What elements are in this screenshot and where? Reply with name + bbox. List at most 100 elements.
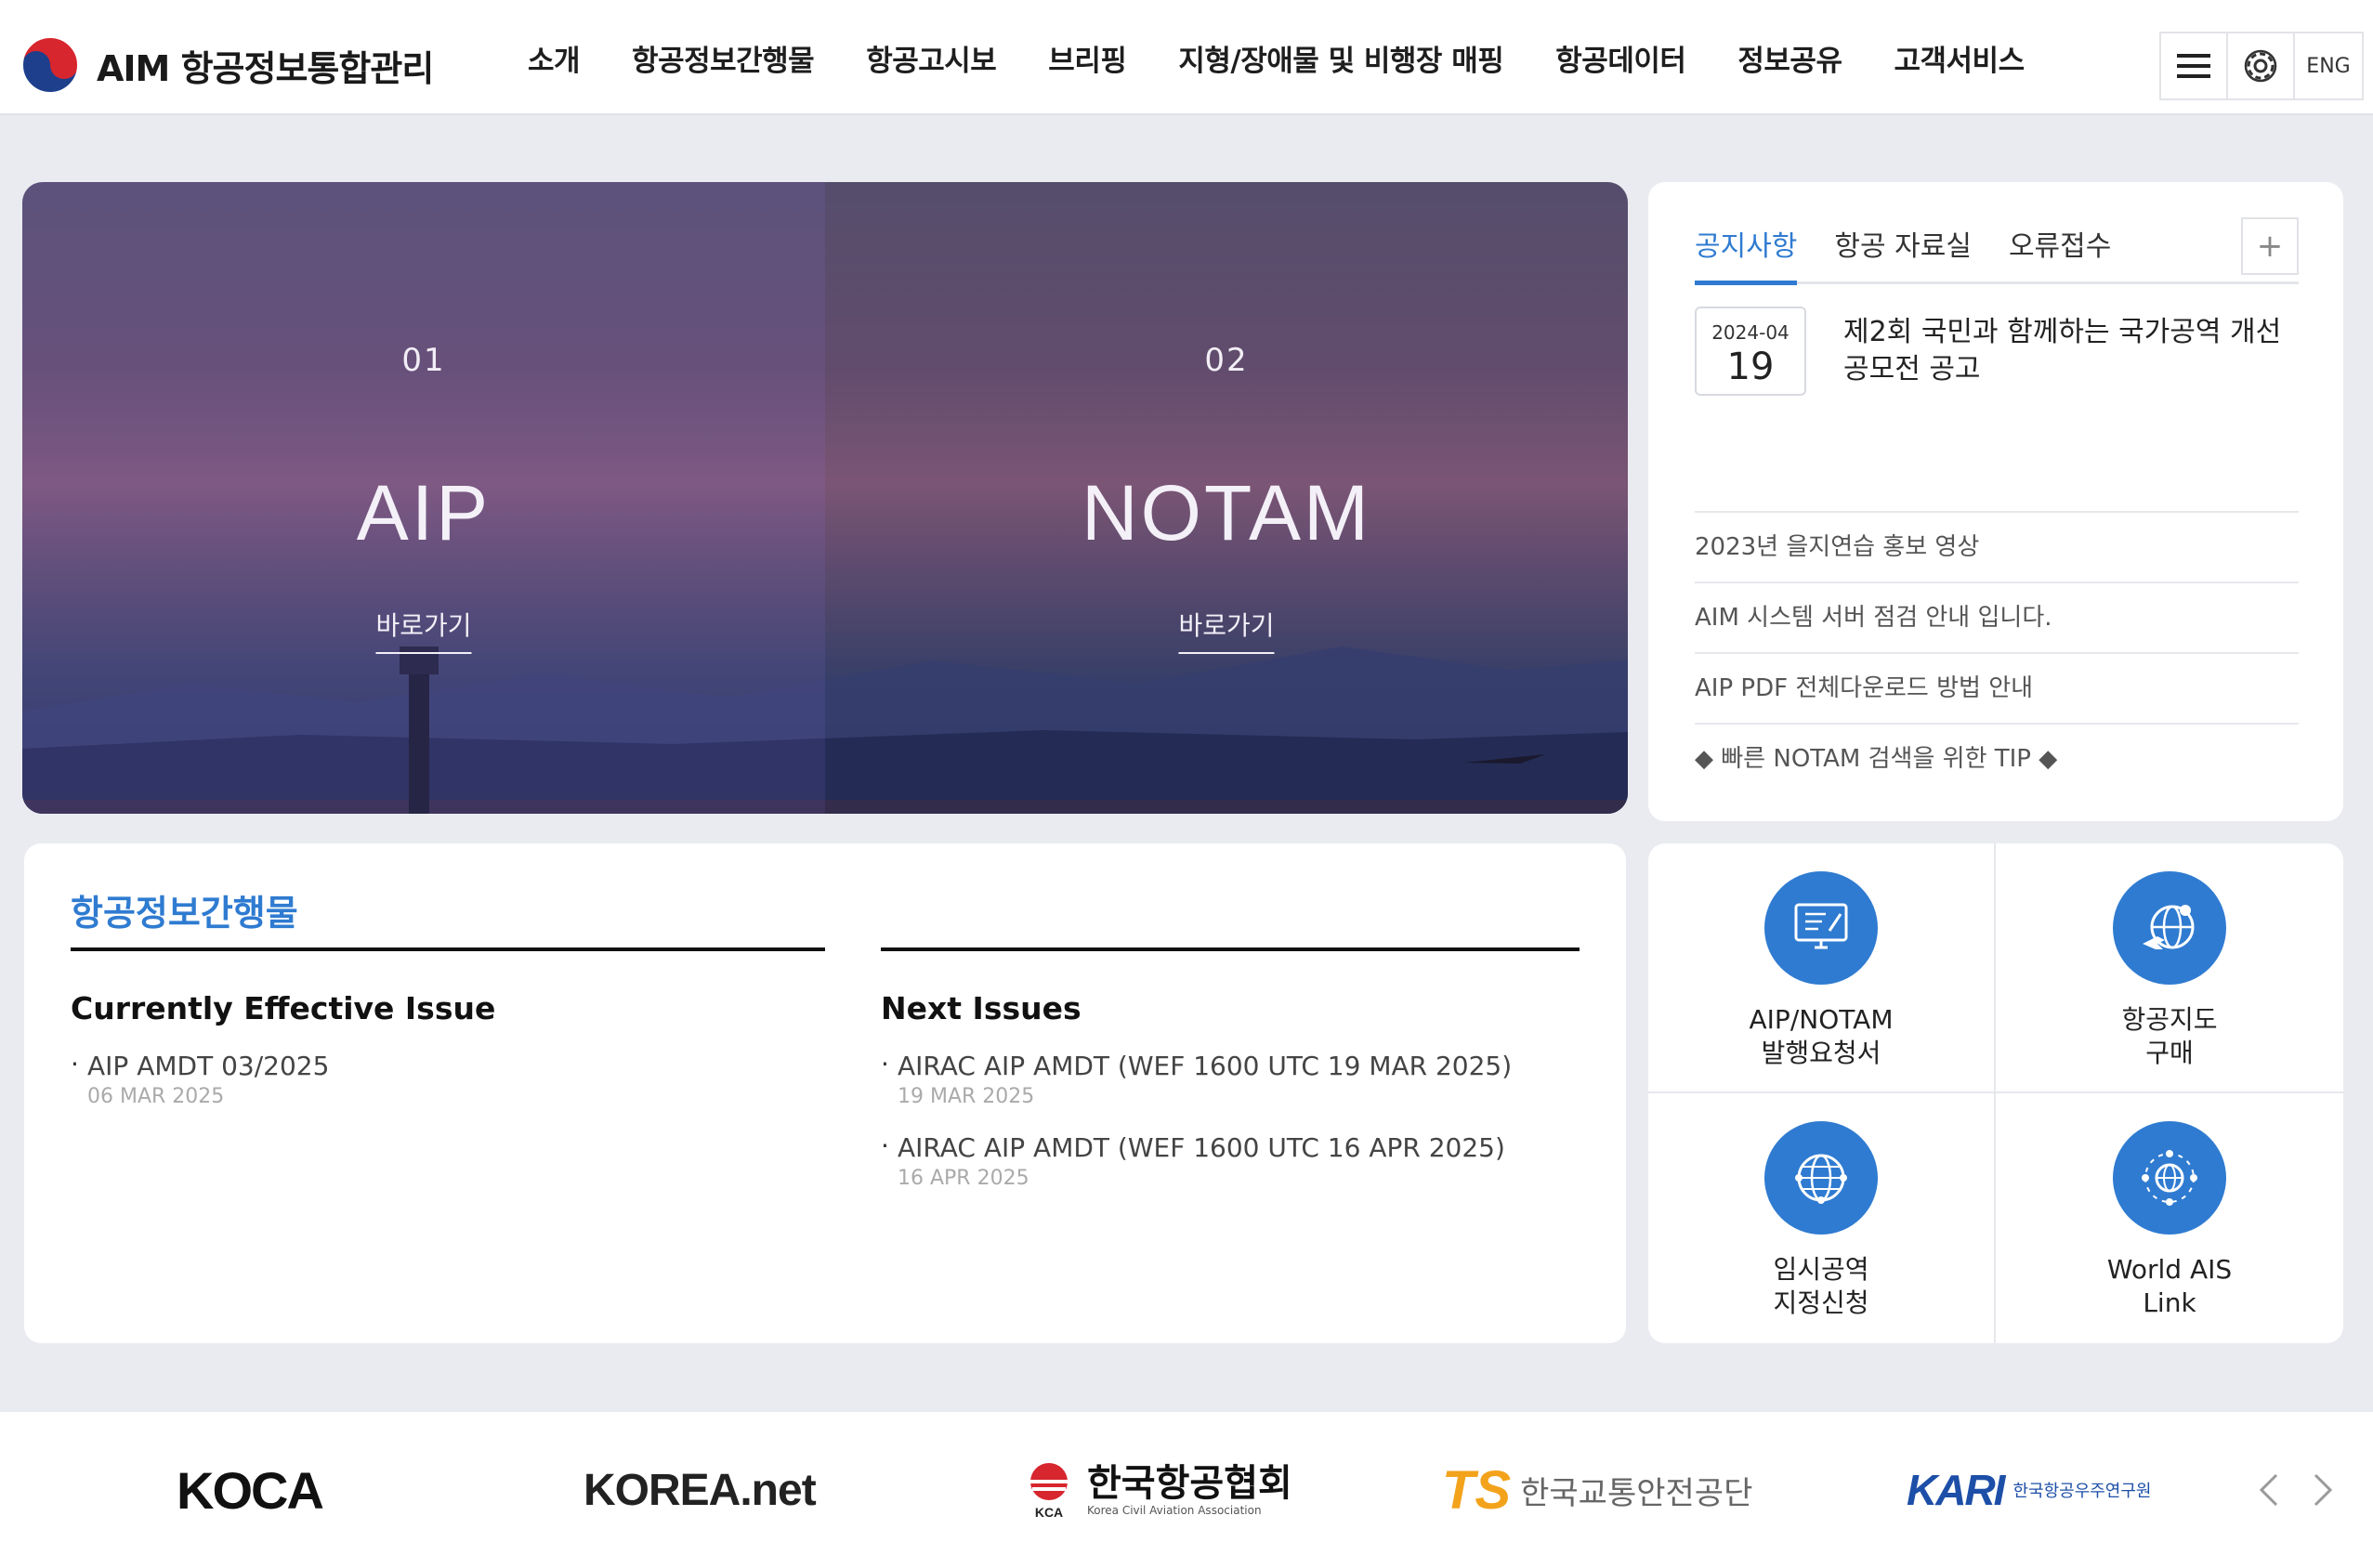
header: AIM 항공정보통합관리 소개 항공정보간행물 항공고시보 브리핑 지형/장애물… <box>0 0 2373 115</box>
quick-links-panel: AIP/NOTAM 발행요청서 항공지도 구매 임시공역 지정신청 World AIS… <box>1648 843 2343 1343</box>
quick-link-world-ais[interactable]: World AIS Link <box>1996 1093 2343 1343</box>
pub-date: 19 MAR 2025 <box>898 1085 1035 1108</box>
kca-text: 한국항공협회 Korea Civil Aviation Association <box>1087 1463 1292 1517</box>
partner-kari[interactable]: KARI 한국항공우주연구원 <box>1907 1453 2152 1527</box>
label-line-1: 임시공역 <box>1773 1254 1869 1285</box>
label-line-1: World AIS <box>2106 1254 2233 1285</box>
pub-date: 06 MAR 2025 <box>87 1085 225 1108</box>
aip-panel: 01 AIP 바로가기 <box>22 182 825 814</box>
label-line-2: 지정신청 <box>1773 1287 1869 1318</box>
menu-button[interactable] <box>2161 33 2228 98</box>
featured-date-year-month: 2024-04 <box>1711 321 1790 344</box>
svg-text:KCA: KCA <box>1035 1505 1063 1519</box>
quick-link-chart-purchase[interactable]: 항공지도 구매 <box>1996 843 2343 1093</box>
quick-link-temp-airspace[interactable]: 임시공역 지정신청 <box>1648 1093 1996 1343</box>
list-item[interactable]: AIP PDF 전체다운로드 방법 안내 <box>1695 652 2299 723</box>
list-item[interactable]: AIM 시스템 서버 점검 안내 입니다. <box>1695 581 2299 652</box>
korea-net-logo: KOREA.net <box>583 1465 817 1515</box>
document-monitor-icon <box>1764 871 1878 985</box>
list-item[interactable]: AIRAC AIP AMDT (WEF 1600 UTC 16 APR 2025… <box>881 1130 1580 1190</box>
taegeuk-logo-icon <box>21 36 79 94</box>
ts-logo-name: 한국교통안전공단 <box>1520 1474 1753 1512</box>
current-issue-heading: Currently Effective Issue <box>71 990 496 1026</box>
partner-kca[interactable]: KCA 한국항공협회 Korea Civil Aviation Associat… <box>1022 1453 1292 1527</box>
chevron-right-icon <box>2314 1473 2333 1507</box>
aip-shortcut-link[interactable]: 바로가기 <box>375 606 472 654</box>
language-button[interactable]: ENG <box>2295 33 2362 98</box>
more-plus-icon[interactable]: + <box>2241 217 2299 275</box>
site-logo[interactable]: AIM 항공정보통합관리 <box>20 35 434 95</box>
hamburger-menu-icon <box>2177 54 2210 78</box>
notice-panel: 공지사항 항공 자료실 오류접수 + 2024-04 19 제2회 국민과 함께… <box>1648 182 2343 821</box>
kari-logo-mark: KARI <box>1907 1466 2005 1514</box>
aip-panel-number: 01 <box>401 342 446 379</box>
logo-text: AIM 항공정보통합관리 <box>97 47 434 89</box>
partner-korea-net[interactable]: KOREA.net <box>583 1453 817 1527</box>
main-nav: 소개 항공정보간행물 항공고시보 브리핑 지형/장애물 및 비행장 매핑 항공데… <box>502 0 2051 115</box>
quick-link-aip-notam-request[interactable]: AIP/NOTAM 발행요청서 <box>1648 843 1996 1093</box>
partner-banner: KOCA KOREA.net KCA 한국항공협회 Korea Civil Av… <box>0 1412 2373 1568</box>
notam-shortcut-link[interactable]: 바로가기 <box>1178 606 1275 654</box>
nav-item-terrain-mapping[interactable]: 지형/장애물 및 비행장 매핑 <box>1178 37 1503 79</box>
ts-logo-mark: TS <box>1442 1459 1512 1521</box>
globe-network-icon <box>1764 1121 1878 1235</box>
tab-error-report[interactable]: 오류접수 <box>2009 223 2111 281</box>
aip-panel-title: AIP <box>356 469 492 556</box>
kari-logo-name: 한국항공우주연구원 <box>2012 1482 2152 1501</box>
partner-koca[interactable]: KOCA <box>177 1453 324 1527</box>
notam-panel: 02 NOTAM 바로가기 <box>825 182 1628 814</box>
notam-panel-number: 02 <box>1204 342 1249 379</box>
quick-link-label: World AIS Link <box>1996 1253 2343 1320</box>
kca-name: 한국항공협회 <box>1087 1462 1292 1505</box>
world-network-icon <box>2113 1121 2226 1235</box>
list-item[interactable]: AIP AMDT 03/2025 06 MAR 2025 <box>71 1049 825 1108</box>
nav-item-intro[interactable]: 소개 <box>528 37 581 79</box>
globe-plane-pin-icon <box>2113 871 2226 985</box>
pub-name[interactable]: AIRAC AIP AMDT (WEF 1600 UTC 16 APR 2025… <box>898 1132 1580 1163</box>
chevron-left-icon <box>2259 1473 2278 1507</box>
nav-item-aero-data[interactable]: 항공데이터 <box>1555 37 1686 79</box>
nav-item-info-share[interactable]: 정보공유 <box>1737 37 1842 79</box>
featured-date-day: 19 <box>1726 346 1775 388</box>
featured-notice-title[interactable]: 제2회 국민과 함께하는 국가공역 개선 공모전 공고 <box>1843 314 2289 388</box>
pub-name[interactable]: AIP AMDT 03/2025 <box>87 1051 825 1081</box>
list-item[interactable]: AIRAC AIP AMDT (WEF 1600 UTC 19 MAR 2025… <box>881 1049 1580 1108</box>
quick-link-label: 임시공역 지정신청 <box>1648 1253 1994 1320</box>
current-issue-column: Currently Effective Issue AIP AMDT 03/20… <box>71 947 825 1108</box>
pub-name[interactable]: AIRAC AIP AMDT (WEF 1600 UTC 19 MAR 2025… <box>898 1051 1580 1081</box>
gear-icon <box>2244 49 2277 83</box>
nav-item-customer-service[interactable]: 고객서비스 <box>1894 37 2025 79</box>
koca-logo: KOCA <box>177 1460 324 1520</box>
tab-notices[interactable]: 공지사항 <box>1695 223 1798 285</box>
nav-item-aip[interactable]: 항공정보간행물 <box>632 37 815 79</box>
featured-date-box: 2024-04 19 <box>1695 307 1806 396</box>
tab-aero-library[interactable]: 항공 자료실 <box>1834 223 1972 281</box>
kca-logo: KCA <box>1030 1463 1068 1519</box>
label-line-2: 발행요청서 <box>1761 1038 1881 1068</box>
quick-link-label: 항공지도 구매 <box>1996 1003 2343 1070</box>
label-line-2: Link <box>2143 1287 2196 1318</box>
publications-panel: 항공정보간행물 Currently Effective Issue AIP AM… <box>24 843 1626 1343</box>
carousel-next-button[interactable] <box>2304 1464 2341 1516</box>
partner-ts[interactable]: TS 한국교통안전공단 <box>1442 1453 1752 1527</box>
settings-button[interactable] <box>2228 33 2295 98</box>
hero-banner: 01 AIP 바로가기 02 NOTAM 바로가기 <box>22 182 1628 814</box>
kca-subname: Korea Civil Aviation Association <box>1087 1504 1262 1517</box>
nav-item-notam[interactable]: 항공고시보 <box>866 37 997 79</box>
next-issues-column: Next Issues AIRAC AIP AMDT (WEF 1600 UTC… <box>881 947 1580 1190</box>
notice-tabs: 공지사항 항공 자료실 오류접수 + <box>1695 217 2299 285</box>
label-line-2: 구매 <box>2145 1038 2194 1068</box>
publications-title: 항공정보간행물 <box>71 893 298 934</box>
featured-notice[interactable]: 2024-04 19 제2회 국민과 함께하는 국가공역 개선 공모전 공고 <box>1695 307 2299 489</box>
label-line-1: 항공지도 <box>2121 1004 2218 1035</box>
pub-date: 16 APR 2025 <box>898 1167 1029 1190</box>
utility-bar: ENG <box>2159 32 2364 100</box>
notice-list: 2023년 을지연습 홍보 영상 AIM 시스템 서버 점검 안내 입니다. A… <box>1695 511 2299 793</box>
list-item[interactable]: ◆ 빠른 NOTAM 검색을 위한 TIP ◆ <box>1695 723 2299 793</box>
notam-panel-title: NOTAM <box>1081 469 1372 556</box>
next-issues-heading: Next Issues <box>881 990 1082 1026</box>
label-line-1: AIP/NOTAM <box>1749 1004 1894 1035</box>
carousel-prev-button[interactable] <box>2250 1464 2288 1516</box>
list-item[interactable]: 2023년 을지연습 홍보 영상 <box>1695 511 2299 581</box>
nav-item-briefing[interactable]: 브리핑 <box>1048 37 1127 79</box>
